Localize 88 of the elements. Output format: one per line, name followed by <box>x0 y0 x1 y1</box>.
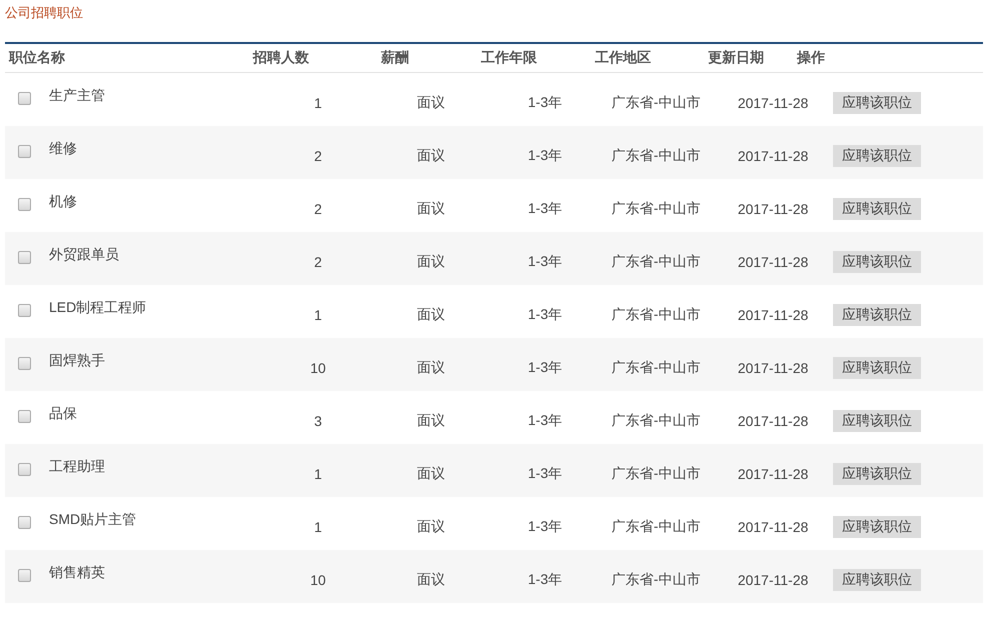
apply-button[interactable]: 应聘该职位 <box>833 198 921 220</box>
location-cell: 广东省-中山市 <box>612 464 700 482</box>
salary-cell: 面议 <box>417 412 445 430</box>
headcount-cell: 1 <box>314 94 322 110</box>
apply-button[interactable]: 应聘该职位 <box>833 250 921 272</box>
location-cell: 广东省-中山市 <box>612 358 700 376</box>
column-header: 招聘人数 <box>253 49 309 67</box>
experience-cell: 1-3年 <box>528 94 562 112</box>
checkbox[interactable] <box>18 145 30 158</box>
apply-button[interactable]: 应聘该职位 <box>833 410 921 432</box>
job-title-cell-text: 品保 <box>48 405 78 423</box>
experience-cell: 1-3年 <box>528 306 562 324</box>
experience-cell: 1-3年 <box>528 252 562 270</box>
checkbox[interactable] <box>18 516 30 529</box>
experience-cell: 1-3年 <box>528 412 562 430</box>
page-title: 公司招聘职位 <box>5 4 83 22</box>
checkbox[interactable] <box>18 198 30 211</box>
checkbox[interactable] <box>18 357 30 370</box>
job-title-cell-text: LED制程工程师 <box>48 299 148 317</box>
headcount-cell: 2 <box>314 148 322 164</box>
experience-cell: 1-3年 <box>528 464 562 482</box>
column-header: 职位名称 <box>9 49 65 67</box>
experience-cell: 1-3年 <box>528 518 562 536</box>
experience-cell: 1-3年 <box>528 358 562 376</box>
checkbox[interactable] <box>18 463 30 476</box>
location-cell: 广东省-中山市 <box>612 252 700 270</box>
date-cell: 2017-11-28 <box>738 94 808 110</box>
date-cell: 2017-11-28 <box>738 518 808 534</box>
experience-cell: 1-3年 <box>528 146 562 164</box>
date-cell: 2017-11-28 <box>738 148 808 164</box>
date-cell: 2017-11-28 <box>738 306 808 322</box>
apply-button[interactable]: 应聘该职位 <box>833 304 921 326</box>
salary-cell: 面议 <box>417 200 445 218</box>
salary-cell: 面议 <box>417 464 445 482</box>
salary-cell: 面议 <box>417 94 445 112</box>
headcount-cell: 1 <box>314 518 322 534</box>
job-title-cell-text: 维修 <box>48 140 78 158</box>
column-header: 更新日期 <box>708 49 764 67</box>
headcount-cell: 2 <box>314 254 322 270</box>
date-cell: 2017-11-28 <box>738 466 808 482</box>
salary-cell: 面议 <box>417 306 445 324</box>
date-cell: 2017-11-28 <box>738 412 808 428</box>
apply-button[interactable]: 应聘该职位 <box>833 516 921 538</box>
location-cell: 广东省-中山市 <box>612 412 700 430</box>
column-header: 操作 <box>797 49 825 67</box>
location-cell: 广东省-中山市 <box>612 518 700 536</box>
location-cell: 广东省-中山市 <box>612 570 700 588</box>
experience-cell: 1-3年 <box>528 570 562 588</box>
headcount-cell: 1 <box>314 466 322 482</box>
apply-button[interactable]: 应聘该职位 <box>833 144 921 166</box>
headcount-cell: 3 <box>314 412 322 428</box>
salary-cell: 面议 <box>417 146 445 164</box>
job-title-cell-text: 机修 <box>48 193 78 211</box>
job-title-cell-text: 固焊熟手 <box>48 352 106 370</box>
apply-button[interactable]: 应聘该职位 <box>833 92 921 114</box>
date-cell: 2017-11-28 <box>738 572 808 588</box>
apply-button[interactable]: 应聘该职位 <box>833 568 921 590</box>
column-header: 薪酬 <box>381 49 409 67</box>
location-cell: 广东省-中山市 <box>612 200 700 218</box>
headcount-cell: 2 <box>314 200 322 216</box>
checkbox[interactable] <box>18 304 30 317</box>
column-header: 工作年限 <box>481 49 537 67</box>
date-cell: 2017-11-28 <box>738 360 808 376</box>
location-cell: 广东省-中山市 <box>612 306 700 324</box>
job-title-cell-text: 工程助理 <box>48 458 106 476</box>
date-cell: 2017-11-28 <box>738 200 808 216</box>
date-cell: 2017-11-28 <box>738 254 808 270</box>
location-cell: 广东省-中山市 <box>612 146 700 164</box>
location-cell: 广东省-中山市 <box>612 94 700 112</box>
experience-cell: 1-3年 <box>528 200 562 218</box>
job-title-cell-text: 销售精英 <box>48 564 106 582</box>
salary-cell: 面议 <box>417 518 445 536</box>
salary-cell: 面议 <box>417 570 445 588</box>
headcount-cell: 1 <box>314 306 322 322</box>
job-title-cell-text: SMD贴片主管 <box>48 511 138 529</box>
job-title-cell-text: 外贸跟单员 <box>48 246 120 264</box>
headcount-cell: 10 <box>310 360 326 376</box>
checkbox[interactable] <box>18 410 30 423</box>
apply-button[interactable]: 应聘该职位 <box>833 356 921 378</box>
headcount-cell: 10 <box>310 572 326 588</box>
checkbox[interactable] <box>18 569 30 582</box>
apply-button[interactable]: 应聘该职位 <box>833 462 921 484</box>
checkbox[interactable] <box>18 251 30 264</box>
job-title-cell-text: 生产主管 <box>48 87 106 105</box>
column-header: 工作地区 <box>595 49 651 67</box>
salary-cell: 面议 <box>417 358 445 376</box>
checkbox[interactable] <box>18 92 30 105</box>
salary-cell: 面议 <box>417 252 445 270</box>
